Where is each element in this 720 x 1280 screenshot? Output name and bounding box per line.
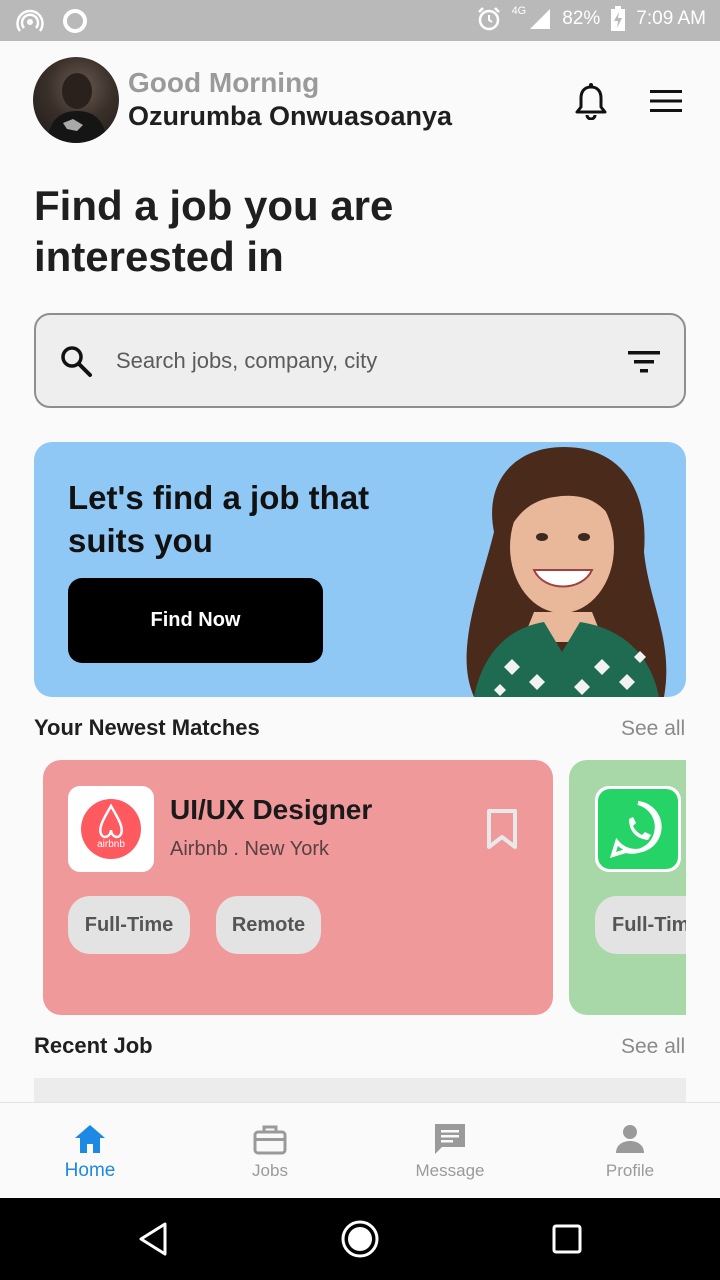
promo-banner: Let's find a job that suits you Find Now <box>34 442 686 697</box>
briefcase-icon <box>253 1125 287 1155</box>
signal-icon <box>530 9 551 29</box>
recent-job-see-all[interactable]: See all <box>621 1035 685 1059</box>
bookmark-icon[interactable] <box>485 808 519 850</box>
status-bar: 4G 82% 7:09 AM <box>0 0 720 41</box>
bottom-navigation: Home Jobs Message Profile <box>0 1102 720 1198</box>
job-card-airbnb[interactable]: airbnb UI/UX Designer Airbnb . New York … <box>43 760 553 1015</box>
tag-chip: Full-Tim <box>595 896 686 954</box>
nav-jobs[interactable]: Jobs <box>180 1103 360 1199</box>
person-icon <box>616 1125 644 1153</box>
newest-matches-see-all[interactable]: See all <box>621 717 685 741</box>
airbnb-logo-text: airbnb <box>97 839 125 850</box>
nav-profile-label: Profile <box>605 1161 655 1180</box>
menu-icon[interactable] <box>648 86 684 116</box>
job-title: UI/UX Designer <box>170 794 373 825</box>
search-icon <box>61 346 92 377</box>
nav-profile[interactable]: Profile <box>540 1103 720 1199</box>
tag-chip: Remote <box>216 896 321 954</box>
banner-woman-photo <box>466 447 667 697</box>
job-card-whatsapp[interactable]: Full-Tim <box>569 760 686 1015</box>
back-icon[interactable] <box>133 1218 175 1260</box>
bell-icon[interactable] <box>573 82 609 120</box>
user-name: Ozurumba Onwuasoanya <box>128 101 453 131</box>
clock: 7:09 AM <box>636 8 706 29</box>
nav-jobs-label: Jobs <box>252 1161 288 1180</box>
recent-job-title: Recent Job <box>34 1033 153 1058</box>
filter-icon[interactable] <box>626 347 662 377</box>
search-input[interactable] <box>116 343 586 379</box>
tag-chip: Full-Time <box>68 896 190 954</box>
network-type: 4G <box>511 5 527 17</box>
greeting-text: Good Morning <box>128 67 320 98</box>
newest-matches-title: Your Newest Matches <box>34 715 260 740</box>
home-button-icon[interactable] <box>339 1218 381 1260</box>
battery-charging-icon <box>611 6 626 31</box>
battery-percent: 82% <box>562 8 601 29</box>
nav-message[interactable]: Message <box>360 1103 540 1199</box>
find-now-button[interactable]: Find Now <box>68 578 323 663</box>
nav-home-label: Home <box>64 1160 116 1181</box>
whatsapp-logo <box>595 786 681 872</box>
alarm-icon <box>477 7 500 31</box>
hotspot-icon <box>16 9 44 32</box>
nav-message-label: Message <box>415 1161 485 1180</box>
recents-icon[interactable] <box>546 1218 588 1260</box>
home-icon <box>75 1125 105 1153</box>
search-bar[interactable] <box>34 313 686 408</box>
avatar[interactable] <box>33 57 119 143</box>
airbnb-logo: airbnb <box>68 786 154 872</box>
avatar-photo <box>47 73 107 143</box>
page-headline: Find a job you are interested in <box>34 182 394 280</box>
system-navigation-bar <box>0 1198 720 1280</box>
job-company-location: Airbnb . New York <box>170 838 329 860</box>
sync-icon <box>63 9 87 33</box>
nav-home[interactable]: Home <box>0 1103 180 1199</box>
message-icon <box>435 1124 465 1154</box>
banner-title: Let's find a job that suits you <box>68 479 370 559</box>
